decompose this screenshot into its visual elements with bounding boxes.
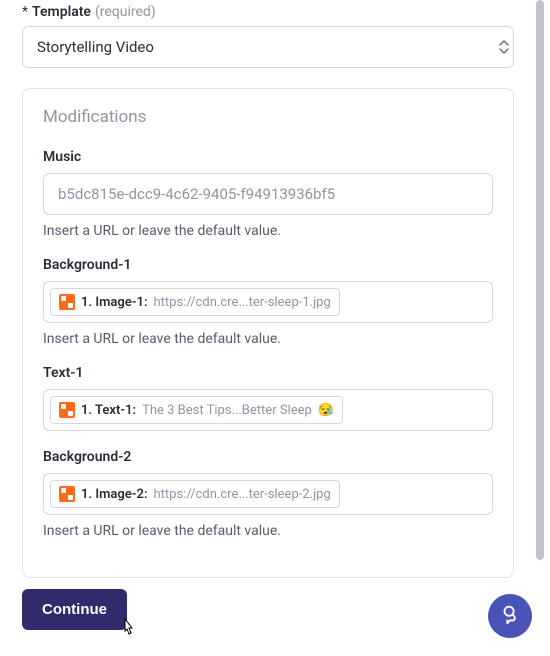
template-select-value: Storytelling Video <box>37 38 154 56</box>
form-scroll-area: * Template (required) Storytelling Video… <box>0 0 532 656</box>
continue-button[interactable]: Continue <box>22 589 127 630</box>
field-label-bg2: Background-2 <box>43 449 493 465</box>
text1-chip-val: The 3 Best Tips...Better Sleep <box>142 403 312 418</box>
sleep-emoji-icon: 😪 <box>318 403 334 418</box>
field-label-text1: Text-1 <box>43 365 493 381</box>
text1-input[interactable]: 1. Text-1: The 3 Best Tips...Better Slee… <box>43 389 493 431</box>
template-select[interactable]: Storytelling Video <box>22 26 514 68</box>
template-block: * Template (required) Storytelling Video <box>22 4 532 68</box>
modifications-title: Modifications <box>43 107 493 127</box>
vertical-scrollbar-thumb[interactable] <box>536 0 544 560</box>
modifications-card: Modifications Music b5dc815e-dcc9-4c62-9… <box>22 88 514 578</box>
music-input[interactable]: b5dc815e-dcc9-4c62-9405-f94913936bf5 <box>43 173 493 215</box>
help-chat-icon <box>499 603 521 629</box>
footer-bar: Continue <box>0 578 550 656</box>
template-select-wrap: Storytelling Video <box>22 26 532 68</box>
field-music: Music b5dc815e-dcc9-4c62-9405-f94913936b… <box>43 149 493 239</box>
bg2-hint: Insert a URL or leave the default value. <box>43 523 493 539</box>
integration-icon <box>59 402 75 418</box>
bg2-chip-key: 1. Image-2: <box>81 487 148 502</box>
integration-icon <box>59 486 75 502</box>
bg2-chip-val: https://cdn.cre...ter-sleep-2.jpg <box>154 487 331 502</box>
required-asterisk: * <box>22 4 28 20</box>
bg1-chip-key: 1. Image-1: <box>81 295 148 310</box>
integration-icon <box>59 294 75 310</box>
field-label-music: Music <box>43 149 493 165</box>
bg2-input[interactable]: 1. Image-2: https://cdn.cre...ter-sleep-… <box>43 473 493 515</box>
music-placeholder: b5dc815e-dcc9-4c62-9405-f94913936bf5 <box>58 185 335 203</box>
vertical-scrollbar-track[interactable] <box>536 0 544 566</box>
bg1-chip[interactable]: 1. Image-1: https://cdn.cre...ter-sleep-… <box>50 288 340 316</box>
text1-chip[interactable]: 1. Text-1: The 3 Best Tips...Better Slee… <box>50 396 343 424</box>
text1-chip-key: 1. Text-1: <box>81 403 136 418</box>
field-text-1: Text-1 1. Text-1: The 3 Best Tips...Bett… <box>43 365 493 431</box>
field-label-bg1: Background-1 <box>43 257 493 273</box>
template-label-row: * Template (required) <box>22 4 532 20</box>
bg1-chip-val: https://cdn.cre...ter-sleep-1.jpg <box>154 295 331 310</box>
field-background-1: Background-1 1. Image-1: https://cdn.cre… <box>43 257 493 347</box>
help-fab-button[interactable] <box>488 594 532 638</box>
template-label: Template <box>32 4 91 20</box>
bg1-hint: Insert a URL or leave the default value. <box>43 331 493 347</box>
music-hint: Insert a URL or leave the default value. <box>43 223 493 239</box>
required-text: (required) <box>95 4 156 20</box>
bg1-input[interactable]: 1. Image-1: https://cdn.cre...ter-sleep-… <box>43 281 493 323</box>
bg2-chip[interactable]: 1. Image-2: https://cdn.cre...ter-sleep-… <box>50 480 340 508</box>
field-background-2: Background-2 1. Image-2: https://cdn.cre… <box>43 449 493 539</box>
